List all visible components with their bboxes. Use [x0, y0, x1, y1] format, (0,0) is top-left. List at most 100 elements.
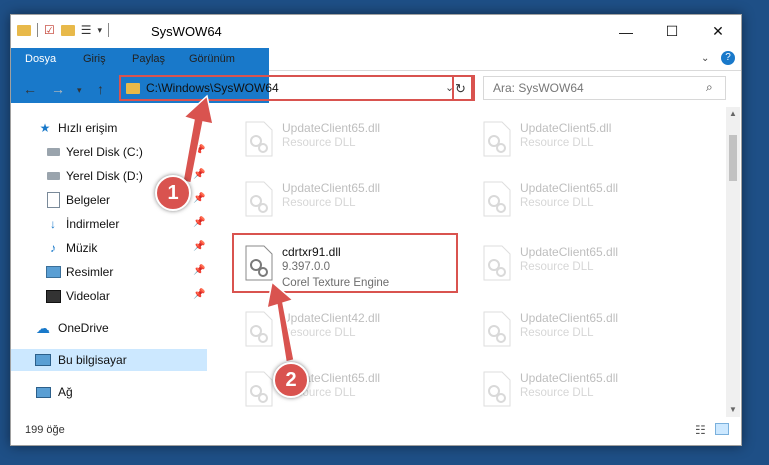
file-name: UpdateClient5.dll [520, 121, 612, 135]
pin-icon[interactable]: 📌 [193, 289, 205, 300]
search-box[interactable]: Ara: SysWOW64 ⌕ [483, 76, 726, 100]
divider [108, 23, 110, 37]
scroll-down-icon[interactable]: ▼ [729, 405, 737, 414]
sidebar-item-quick-access[interactable]: ★ Hızlı erişim [11, 117, 207, 139]
tab-home[interactable]: Giriş [83, 48, 106, 70]
pin-icon[interactable]: 📌 [193, 241, 205, 252]
sidebar-item-this-pc[interactable]: Bu bilgisayar [11, 349, 207, 371]
chevron-down-icon[interactable]: ▾ [98, 25, 103, 36]
folder-icon[interactable] [17, 24, 31, 36]
file-name: UpdateClient65.dll [520, 245, 619, 259]
dll-file-icon [483, 181, 511, 217]
network-icon [35, 384, 51, 400]
explorer-window: ☑ ☰ ▾ SysWOW64 — ☐ ✕ Dosya Giriş Paylaş … [10, 14, 742, 446]
videos-icon [45, 288, 61, 304]
sidebar-item-music[interactable]: ♪ Müzik 📌 [11, 237, 207, 259]
sidebar-item-label: Ağ [58, 385, 73, 399]
properties-icon[interactable]: ☑ [44, 23, 55, 37]
file-name: UpdateClient65.dll [282, 181, 381, 195]
scrollbar-thumb[interactable] [729, 135, 737, 181]
up-arrow-icon[interactable]: ↑ [97, 81, 104, 97]
maximize-button[interactable]: ☐ [649, 15, 695, 48]
pin-icon[interactable]: 📌 [193, 145, 205, 156]
minimize-button[interactable]: — [603, 15, 649, 48]
file-item[interactable]: UpdateClient65.dll Resource DLL [475, 303, 705, 358]
sidebar-item-downloads[interactable]: ↓ İndirmeler 📌 [11, 213, 207, 235]
dll-file-icon [245, 121, 273, 157]
file-name: UpdateClient65.dll [520, 371, 619, 385]
minimize-icon: — [619, 23, 633, 40]
scroll-up-icon[interactable]: ▲ [729, 109, 737, 118]
file-type: Resource DLL [520, 261, 594, 273]
file-type: Resource DLL [520, 137, 594, 149]
music-icon: ♪ [50, 241, 56, 255]
drive-icon [45, 168, 61, 184]
pin-icon[interactable]: 📌 [193, 265, 205, 276]
sidebar-item-videos[interactable]: Videolar 📌 [11, 285, 207, 307]
title-bar: ☑ ☰ ▾ SysWOW64 — ☐ ✕ [11, 15, 741, 48]
callout-badge-2: 2 [273, 362, 309, 398]
file-item[interactable]: UpdateClient65.dll Resource DLL [237, 173, 467, 228]
refresh-highlight-box [452, 75, 475, 101]
maximize-icon: ☐ [665, 23, 679, 39]
callout-badge-1: 1 [155, 175, 191, 211]
star-icon: ★ [39, 121, 51, 135]
file-item[interactable]: UpdateClient65.dll Resource DLL [475, 363, 705, 418]
file-item[interactable]: UpdateClient65.dll Resource DLL [237, 113, 467, 168]
help-icon[interactable]: ? [721, 51, 735, 65]
cloud-icon: ☁ [36, 319, 50, 336]
close-icon: ✕ [712, 23, 724, 39]
details-view-icon[interactable]: ☷ [695, 423, 706, 437]
window-title: SysWOW64 [151, 24, 222, 39]
dll-file-icon [245, 181, 273, 217]
file-item[interactable]: UpdateClient42.dll Resource DLL [237, 303, 467, 358]
status-bar: 199 öğe ☷ [11, 417, 741, 445]
file-item[interactable]: UpdateClient65.dll Resource DLL [475, 173, 705, 228]
dll-file-icon [483, 245, 511, 281]
quick-access-toolbar: ☑ ☰ ▾ [17, 23, 110, 37]
sidebar-item-label: OneDrive [58, 321, 109, 335]
sidebar-item-label: Resimler [66, 265, 114, 279]
item-count: 199 öğe [25, 424, 65, 436]
computer-icon [35, 352, 51, 368]
pin-icon[interactable]: 📌 [193, 217, 205, 228]
chevron-down-icon[interactable]: ⌄ [701, 53, 709, 64]
file-item[interactable]: UpdateClient65.dll Resource DLL [237, 363, 467, 418]
search-input[interactable]: Ara: SysWOW64 [493, 81, 584, 95]
file-item[interactable]: UpdateClient65.dll Resource DLL [475, 237, 705, 292]
sidebar-item-label: İndirmeler [66, 217, 120, 231]
file-type: Resource DLL [520, 387, 594, 399]
sidebar-item-label: Müzik [66, 241, 98, 255]
dll-file-icon [483, 371, 511, 407]
file-name: UpdateClient42.dll [282, 311, 381, 325]
close-button[interactable]: ✕ [695, 15, 741, 48]
sidebar-item-network[interactable]: Ağ [11, 381, 207, 403]
tab-share[interactable]: Paylaş [132, 48, 165, 70]
back-arrow-icon[interactable]: ← [23, 81, 37, 97]
view-icon[interactable]: ☰ [81, 23, 92, 37]
file-type: Resource DLL [282, 197, 356, 209]
pictures-icon [45, 264, 61, 280]
address-highlight-box [119, 75, 473, 101]
new-folder-icon[interactable] [60, 24, 75, 36]
file-type: Resource DLL [282, 137, 356, 149]
file-item[interactable]: UpdateClient5.dll Resource DLL [475, 113, 705, 168]
chevron-down-icon[interactable]: ▾ [77, 85, 82, 96]
pin-icon[interactable]: 📌 [193, 169, 205, 180]
sidebar-item-label: Hızlı erişim [58, 121, 118, 135]
sidebar-item-label: Videolar [66, 289, 110, 303]
file-name: UpdateClient65.dll [520, 311, 619, 325]
large-icons-view-icon[interactable] [715, 423, 729, 435]
sidebar-item-local-disk-c[interactable]: Yerel Disk (C:) 📌 [11, 141, 207, 163]
pin-icon[interactable]: 📌 [193, 193, 205, 204]
sidebar-item-pictures[interactable]: Resimler 📌 [11, 261, 207, 283]
forward-arrow-icon[interactable]: → [51, 81, 65, 97]
tab-view[interactable]: Görünüm [189, 48, 235, 70]
search-icon: ⌕ [706, 80, 713, 94]
sidebar-item-onedrive[interactable]: ☁ OneDrive [11, 317, 207, 339]
file-type: Resource DLL [282, 327, 356, 339]
sidebar-item-label: Yerel Disk (D:) [66, 169, 143, 183]
sidebar-item-label: Belgeler [66, 193, 111, 207]
drive-icon [45, 144, 61, 160]
vertical-scrollbar[interactable]: ▲ ▼ [726, 107, 740, 417]
